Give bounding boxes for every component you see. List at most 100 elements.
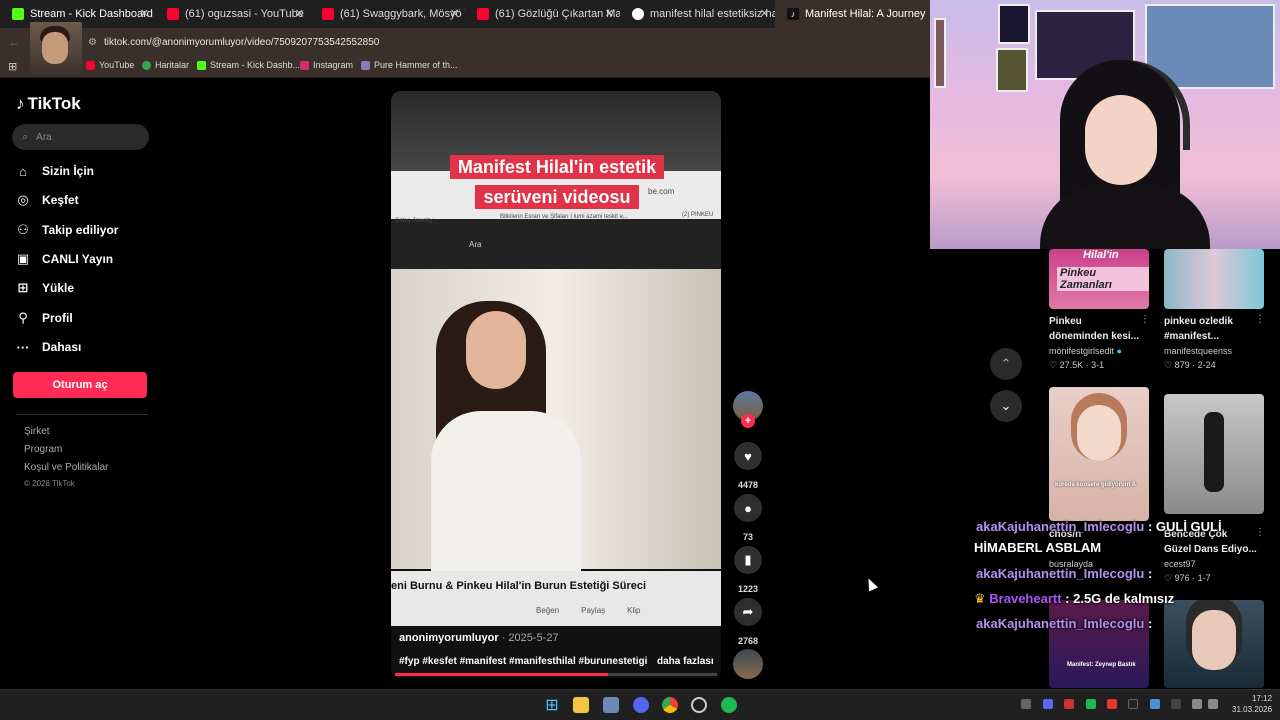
tab-youtube-3[interactable]: (61) Gözlüğü Çıkartan Manifest ✕ (465, 0, 620, 28)
chat-text: : (1147, 566, 1153, 581)
bookmark-maps[interactable]: Haritalar (142, 60, 189, 70)
related-thumb-6[interactable] (1164, 600, 1264, 688)
related-thumb-3[interactable]: korede konsere gidiyorum A (1049, 387, 1149, 521)
related-title[interactable]: pinkeu ozledik #manifest... (1164, 314, 1264, 344)
nav-more[interactable]: ··· Dahası (16, 340, 82, 355)
app-icon[interactable] (603, 697, 619, 713)
nav-for-you[interactable]: ⌂ Sizin İçin (16, 164, 94, 179)
related-author[interactable]: mönifestgirlsedit ● (1049, 346, 1122, 356)
bookmark-label: YouTube (99, 60, 135, 70)
next-video-button[interactable]: ⌄ (990, 390, 1022, 422)
share-action[interactable]: ➦ 2768 (734, 598, 762, 646)
video-inner-text: Cetaş Jewelry (395, 218, 433, 224)
related-thumb-4[interactable] (1164, 394, 1264, 514)
bookmark-youtube[interactable]: YouTube (86, 60, 134, 70)
footer-company[interactable]: Şirket (24, 426, 50, 437)
chrome-icon[interactable] (662, 697, 678, 713)
footer-program[interactable]: Program (24, 444, 62, 455)
related-thumb-5[interactable]: Manifest: Zeynep Bastık (1049, 600, 1149, 688)
discord-icon[interactable] (633, 697, 649, 713)
tray-icon[interactable] (1171, 699, 1181, 709)
more-button[interactable]: daha fazlası (657, 656, 714, 667)
related-title[interactable]: Pinkeu döneminden kesi... (1049, 314, 1149, 344)
windows-start-icon[interactable]: ⊞ (544, 697, 560, 714)
like-count: 27.5K (1059, 360, 1084, 370)
save-action[interactable]: ▮ 1223 (734, 546, 762, 594)
music-disc-icon[interactable] (733, 649, 763, 679)
tab-youtube-1[interactable]: (61) oguzsasi - YouTube ✕ (155, 0, 310, 28)
divider (16, 414, 148, 415)
url-text[interactable]: tiktok.com/@anonimyorumluyor/video/75092… (104, 37, 379, 48)
follow-plus-icon[interactable]: + (741, 414, 755, 428)
nav-label: Dahası (42, 340, 82, 354)
like-action[interactable]: ♥ 4478 (734, 442, 762, 490)
video-clip-text: Klip (627, 606, 641, 615)
bookmark-icon[interactable]: ▮ (734, 546, 762, 574)
tray-icon[interactable] (1107, 699, 1117, 709)
discord-tray-icon[interactable] (1043, 699, 1053, 709)
spotify-tray-icon[interactable] (1086, 699, 1096, 709)
tray-icon[interactable] (1064, 699, 1074, 709)
site-info-icon[interactable]: ⚙ (88, 37, 97, 48)
tab-youtube-2[interactable]: (61) Swaggybark, Mösyö Taha T ✕ (310, 0, 465, 28)
apps-icon[interactable]: ⊞ (8, 60, 17, 73)
tab-tiktok[interactable]: ♪ Manifest Hilal: A Journey (775, 0, 930, 28)
tab-title: (61) Swaggybark, Mösyö Taha T (340, 8, 465, 20)
close-icon[interactable]: ✕ (760, 7, 769, 20)
streamer-face (1085, 95, 1157, 185)
spotify-icon[interactable] (721, 697, 737, 713)
system-clock[interactable]: 17:12 31.03.2026 (1232, 693, 1272, 715)
related-author[interactable]: manifestqueenss (1164, 346, 1232, 356)
comment-action[interactable]: ● 73 (734, 494, 762, 542)
bookmark-pure-hammer[interactable]: Pure Hammer of th... (361, 60, 458, 70)
login-button[interactable]: Oturum aç (13, 372, 147, 398)
bookmark-instagram[interactable]: Instagram (300, 60, 353, 70)
close-icon[interactable]: ✕ (295, 7, 304, 20)
obs-icon[interactable] (691, 697, 707, 713)
more-options-icon[interactable]: ⋮ (1140, 314, 1150, 325)
close-icon[interactable]: ✕ (450, 7, 459, 20)
close-icon[interactable]: ✕ (140, 7, 149, 20)
video-hashtags[interactable]: #fyp #kesfet #manifest #manifesthilal #b… (399, 656, 647, 667)
video-date: · 2025-5-27 (501, 632, 559, 644)
volume-icon[interactable] (1208, 699, 1218, 709)
previous-video-button[interactable]: ⌃ (990, 348, 1022, 380)
more-options-icon[interactable]: ⋮ (1255, 527, 1265, 538)
tab-google[interactable]: manifest hilal estetiksiz hali - G ✕ (620, 0, 775, 28)
author-name: anonimyorumluyor (399, 632, 499, 644)
upload-icon: ⊞ (17, 280, 29, 295)
file-explorer-icon[interactable] (573, 697, 589, 713)
network-icon[interactable] (1192, 699, 1202, 709)
video-author[interactable]: anonimyorumluyor · 2025-5-27 (399, 632, 559, 644)
bookmark-kick[interactable]: Stream - Kick Dashb... (197, 60, 300, 70)
tiktok-logo[interactable]: ♪ TikTok (16, 94, 81, 114)
comment-icon[interactable]: ● (734, 494, 762, 522)
search-input[interactable]: ⌕ Ara (12, 124, 149, 150)
footer-terms[interactable]: Koşul ve Politikalar (24, 462, 108, 473)
more-options-icon[interactable]: ⋮ (1255, 314, 1265, 325)
author-name: mönifestgirlsedit (1049, 346, 1115, 356)
share-icon[interactable]: ➦ (734, 598, 762, 626)
nav-upload[interactable]: ⊞ Yükle (16, 280, 74, 295)
clock-time: 17:12 (1252, 694, 1273, 703)
related-meta: ♡ 27.5K · 3-1 (1049, 360, 1105, 370)
overlay-line-2: serüveni videosu (475, 185, 639, 209)
nav-live[interactable]: ▣ CANLI Yayın (16, 251, 113, 266)
related-thumb-2[interactable] (1164, 249, 1264, 309)
nav-following[interactable]: ⚇ Takip ediliyor (16, 222, 118, 237)
tray-icon[interactable] (1021, 699, 1031, 709)
back-icon[interactable]: ← (8, 35, 20, 49)
video-woman-face (466, 311, 526, 389)
search-placeholder: Ara (36, 131, 52, 143)
nav-explore[interactable]: ◎ Keşfet (16, 192, 78, 207)
video-progress-bar[interactable] (395, 673, 717, 676)
heart-icon[interactable]: ♥ (734, 442, 762, 470)
tray-icon[interactable] (1128, 699, 1138, 709)
video-subtitle-strip: eni Burnu & Pinkeu Hilal'in Burun Esteti… (391, 571, 721, 626)
nav-profile[interactable]: ⚲ Profil (16, 310, 72, 325)
kick-icon (197, 60, 206, 70)
tray-icon[interactable] (1150, 699, 1160, 709)
related-thumb-1[interactable]: Hilal'in Pinkeu Zamanları (1049, 249, 1149, 309)
close-icon[interactable]: ✕ (605, 7, 614, 20)
related-author[interactable]: ecest97 (1164, 559, 1196, 569)
